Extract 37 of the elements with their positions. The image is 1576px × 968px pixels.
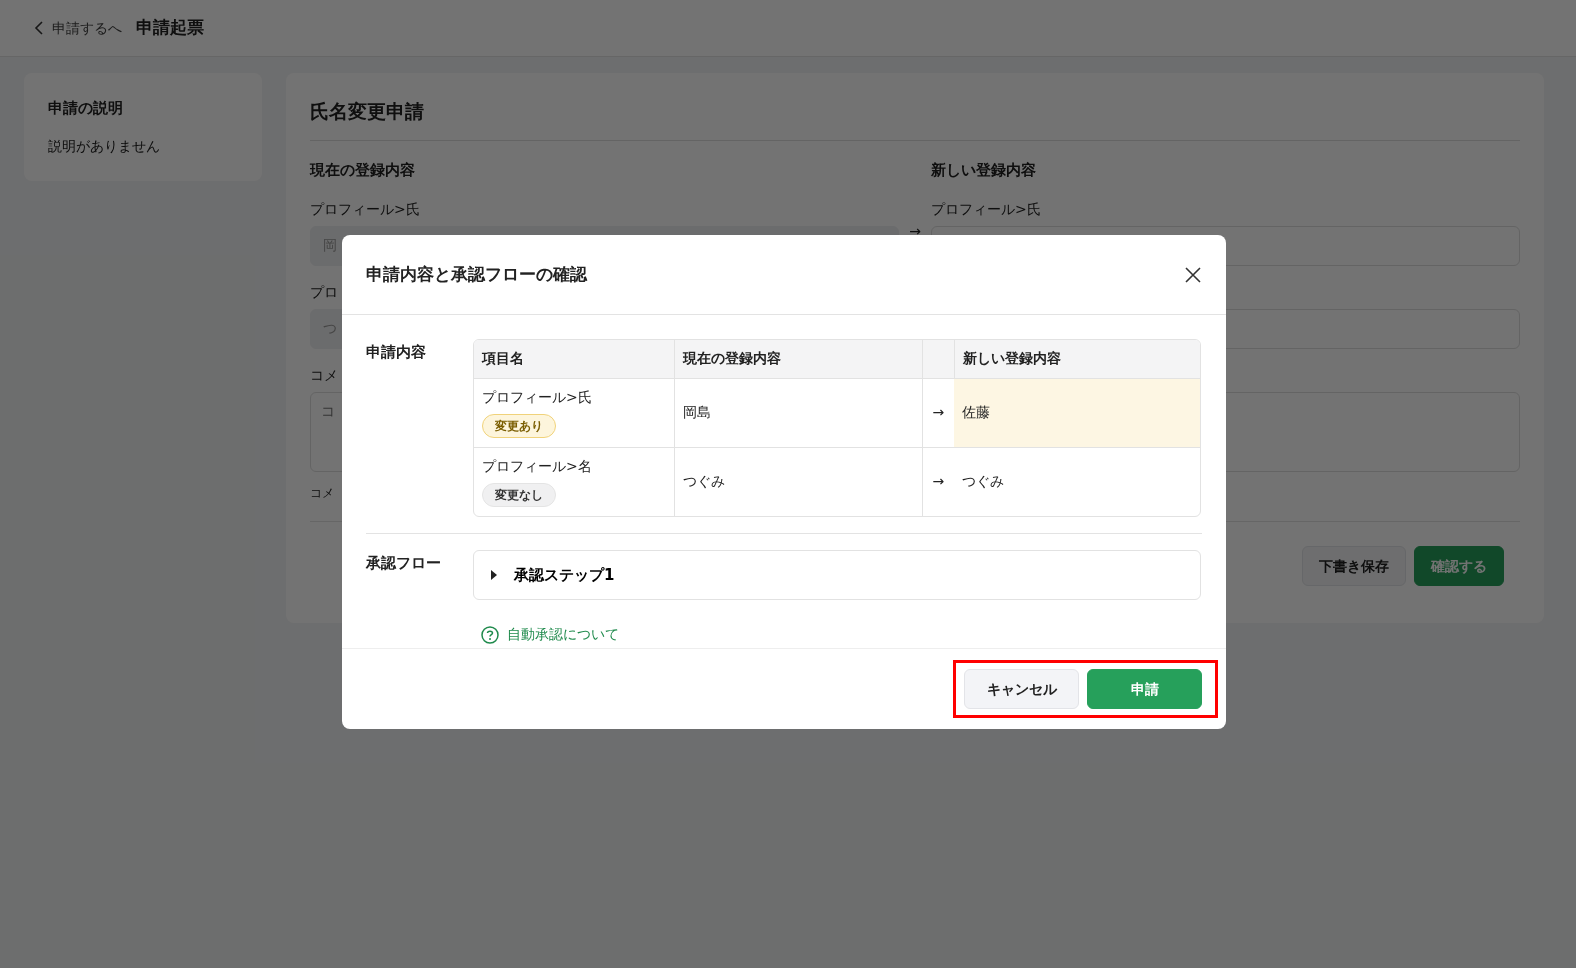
field-label: コメ bbox=[310, 366, 339, 385]
form-title: 氏名変更申請 bbox=[310, 97, 1520, 141]
column-header: 新しい登録内容 bbox=[954, 340, 1200, 378]
field-label: プロ bbox=[310, 283, 339, 302]
table-cell: 佐藤 bbox=[954, 378, 1200, 447]
sidebar-title: 申請の説明 bbox=[48, 98, 124, 119]
dialog-title: 申請内容と承認フローの確認 bbox=[366, 262, 587, 286]
accordion-header[interactable]: 承認ステップ1 bbox=[473, 550, 1201, 600]
section-label: 承認フロー bbox=[366, 553, 442, 574]
status-badge: 変更なし bbox=[482, 483, 556, 508]
field-label: プロフィール>氏 bbox=[310, 200, 421, 219]
table-cell-text: プロフィール>氏 bbox=[482, 388, 593, 407]
question-icon bbox=[481, 625, 499, 644]
column-heading: 現在の登録内容 bbox=[310, 159, 416, 181]
column-header: 現在の登録内容 bbox=[674, 340, 922, 378]
status-badge: 変更あり bbox=[482, 414, 556, 438]
help-text: コメ bbox=[310, 486, 334, 500]
form-button[interactable]: 下書き保存 bbox=[1302, 546, 1406, 586]
table-cell: つぐみ bbox=[954, 447, 1200, 516]
column-header: 項目名 bbox=[474, 340, 674, 378]
help-link[interactable]: 自動承認について bbox=[481, 624, 619, 645]
column-heading: 新しい登録内容 bbox=[931, 159, 1037, 181]
table-cell: 岡島 bbox=[674, 378, 922, 447]
dialog-button[interactable]: 申請 bbox=[1087, 669, 1202, 709]
back-chevron-icon bbox=[34, 20, 44, 36]
page-title: 申請起票 bbox=[136, 16, 204, 40]
field-label: プロフィール>氏 bbox=[931, 200, 1042, 219]
dialog-button[interactable]: キャンセル bbox=[964, 669, 1079, 709]
arrow-text: → bbox=[922, 447, 954, 516]
table-cell-text: プロフィール>名 bbox=[482, 457, 593, 477]
arrow-text: → bbox=[909, 223, 921, 239]
section-label: 申請内容 bbox=[366, 342, 427, 363]
table-cell: つぐみ bbox=[674, 447, 922, 516]
form-button[interactable]: 確認する bbox=[1414, 546, 1504, 586]
back-link[interactable]: 申請するへ bbox=[34, 17, 122, 39]
sidebar-text: 説明がありません bbox=[48, 136, 161, 156]
caret-right-icon bbox=[490, 570, 498, 580]
